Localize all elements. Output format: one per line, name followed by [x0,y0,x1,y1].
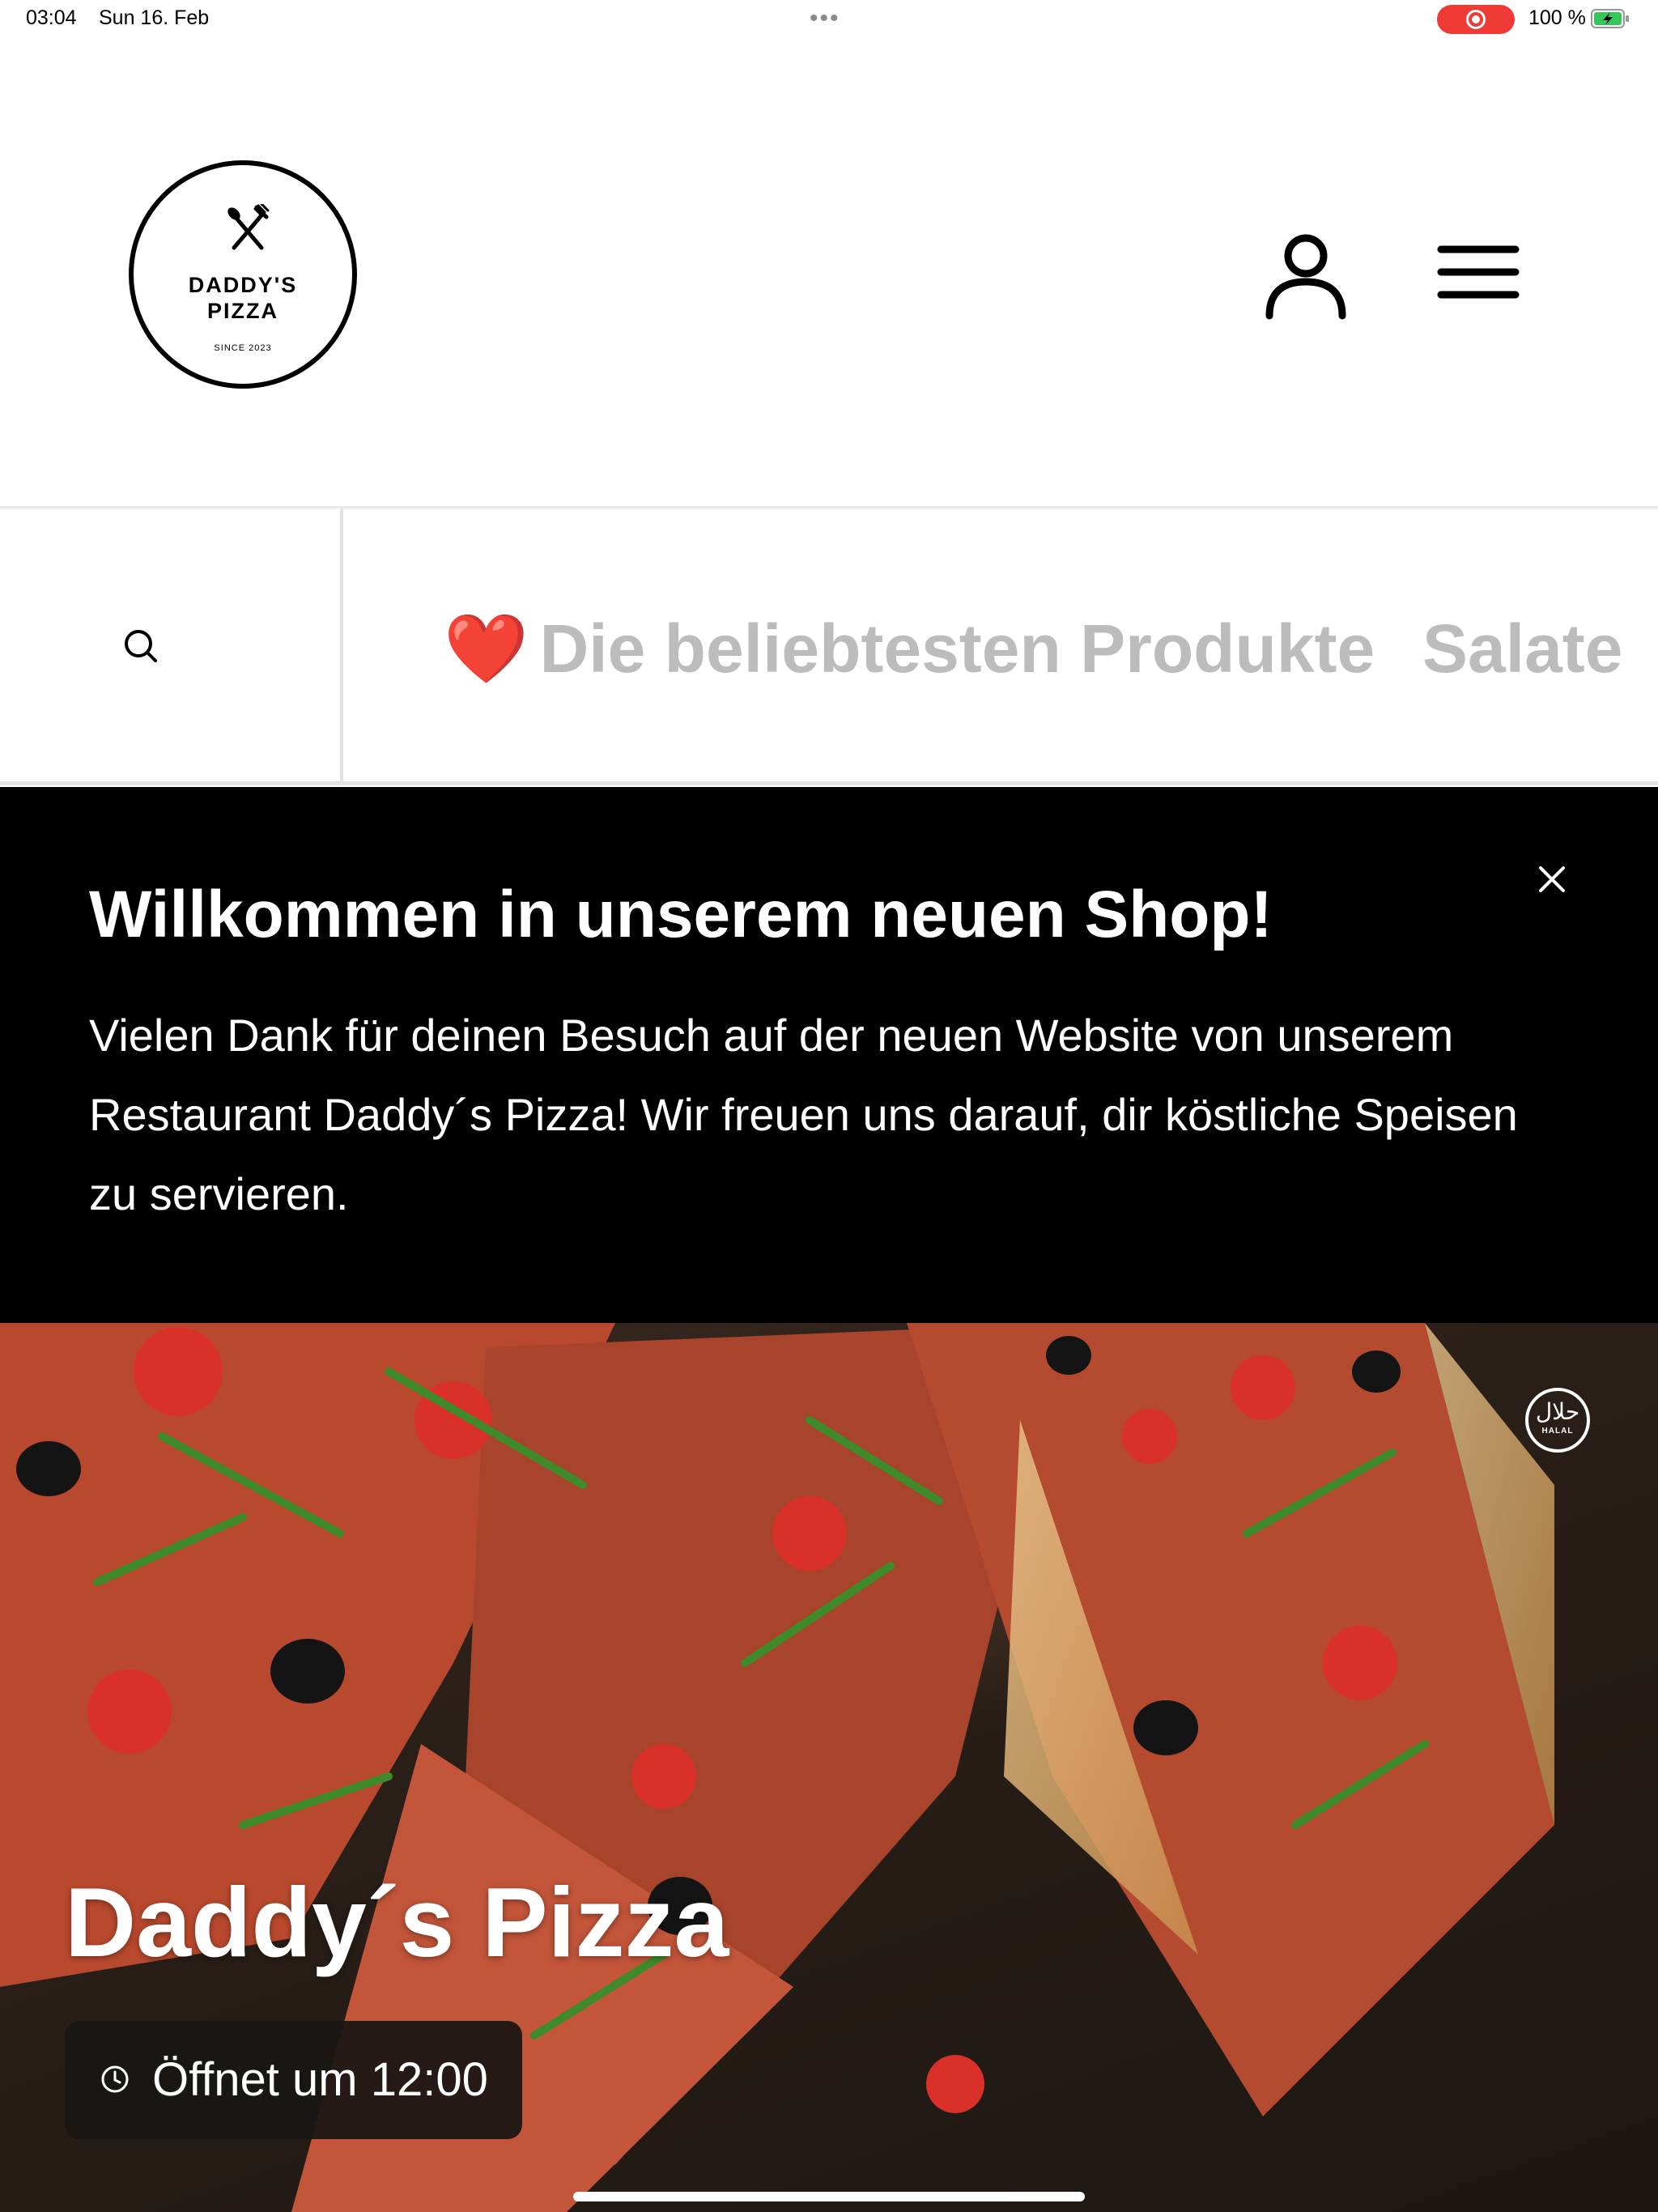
status-date: Sun 16. Feb [99,6,210,29]
status-bar: 03:04 Sun 16. Feb ••• 100 % [0,0,1658,39]
logo-since: SINCE 2023 [214,343,272,353]
halal-label: HALAL [1541,1427,1574,1436]
multitasking-dots[interactable]: ••• [810,5,840,32]
user-icon[interactable] [1261,228,1350,325]
category-tab-salads[interactable]: Salate [1422,610,1623,687]
banner-title: Willkommen in unserem neuen Shop! [89,878,1273,951]
welcome-banner: Willkommen in unserem neuen Shop! Vielen… [0,787,1658,1323]
halal-arabic: حلال [1535,1399,1580,1424]
status-time: 03:04 [26,6,77,29]
search-icon [125,630,157,662]
heart-icon: ❤️ [444,610,529,687]
restaurant-name: Daddy´s Pizza [65,1867,729,1977]
halal-badge: حلال HALAL [1525,1388,1590,1453]
battery-icon [1591,9,1629,28]
clock-icon [101,2065,129,2093]
cutlery-icon [227,204,270,250]
home-indicator[interactable] [573,2192,1085,2201]
category-label: Die beliebtesten Produkte [539,610,1375,687]
banner-text: Vielen Dank für deinen Besuch auf der ne… [89,1010,1518,1219]
search-button[interactable] [0,508,343,781]
menu-icon[interactable] [1435,241,1524,306]
opening-hours-text: Öffnet um 12:00 [152,2053,488,2106]
battery-percent: 100 % [1528,6,1586,29]
opening-hours-badge[interactable]: Öffnet um 12:00 [65,2021,522,2139]
page: 03:04 Sun 16. Feb ••• 100 % DADDY'S PIZZ… [0,0,1658,2212]
hero-section: حلال HALAL Daddy´s Pizza Öffnet um 12:00 [0,1323,1658,2212]
logo-text-pizza: PIZZA [207,299,278,323]
screen-recording-indicator[interactable] [1437,5,1515,34]
category-tab-popular[interactable]: ❤️ Die beliebtesten Produkte [444,610,1375,687]
category-nav: ❤️ Die beliebtesten Produkte Salate [0,506,1658,785]
restaurant-logo[interactable]: DADDY'S PIZZA SINCE 2023 [129,160,357,389]
logo-text-daddys: DADDY'S [188,273,298,297]
close-icon[interactable] [1534,861,1570,897]
